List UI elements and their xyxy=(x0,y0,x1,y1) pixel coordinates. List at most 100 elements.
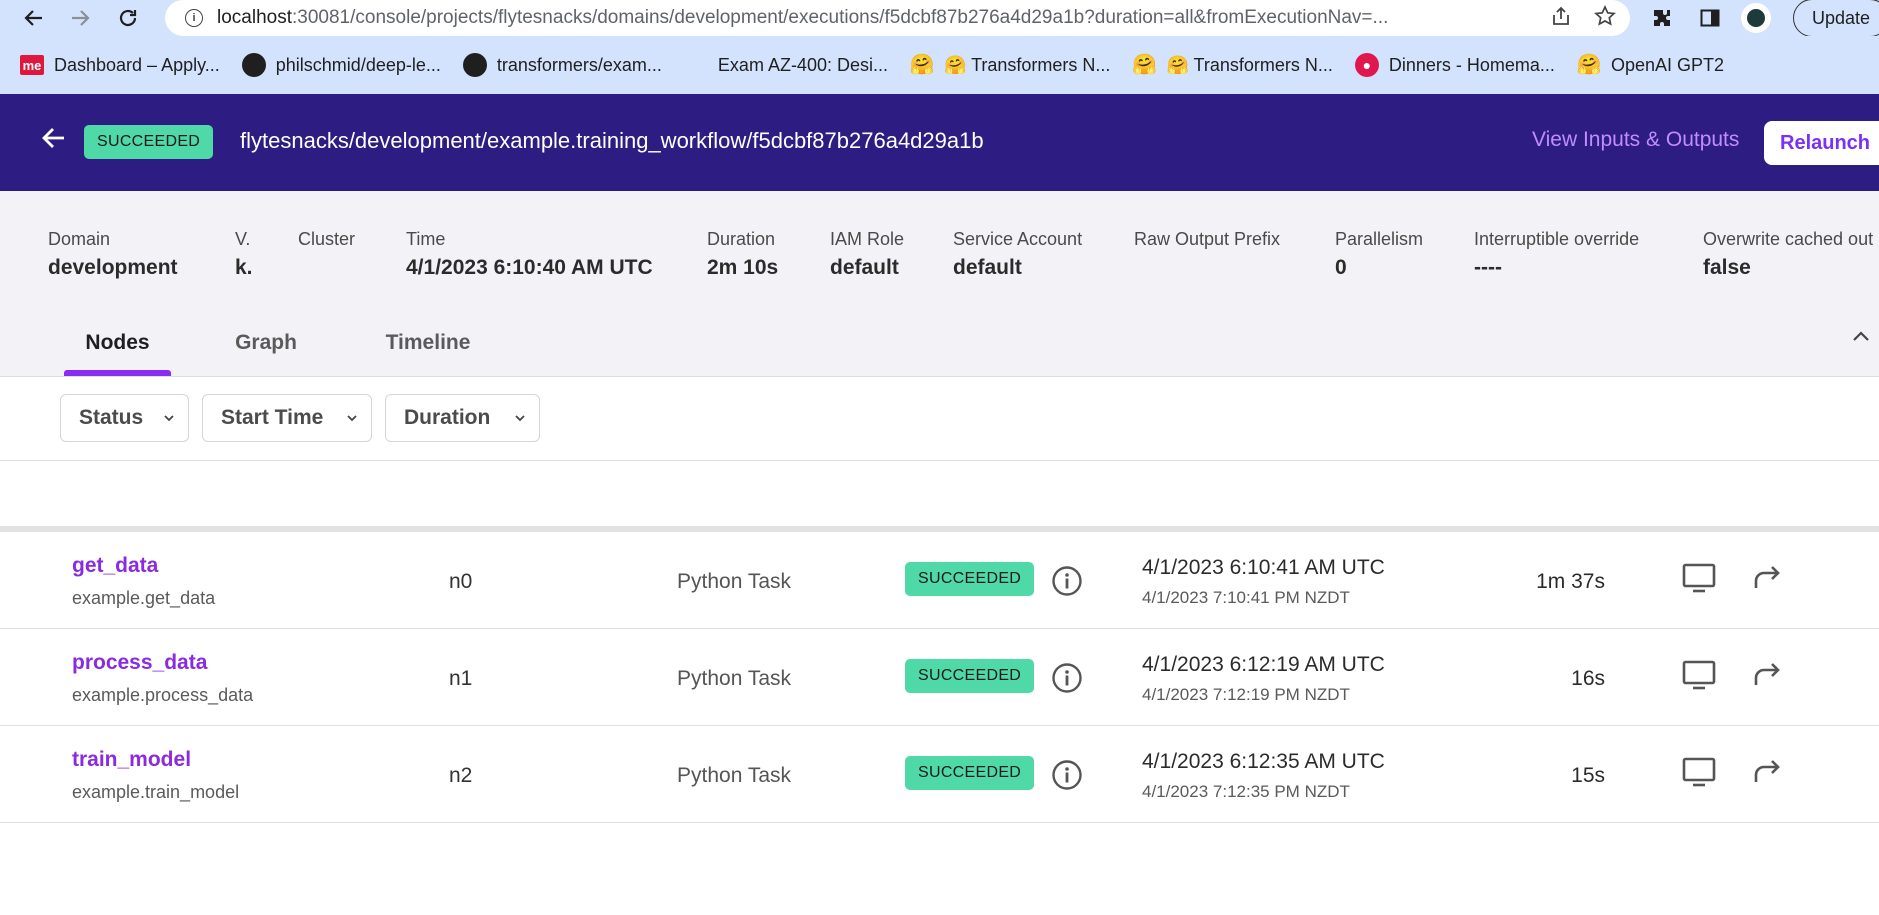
node-name-link[interactable]: train_model xyxy=(72,748,191,772)
back-icon[interactable] xyxy=(14,0,54,36)
meta-value: 4/1/2023 6:10:40 AM UTC xyxy=(406,256,653,279)
share-icon[interactable] xyxy=(1550,5,1572,32)
node-id: n2 xyxy=(449,764,473,787)
meta-parallelism: Parallelism 0 xyxy=(1335,229,1423,280)
bookmark-label: OpenAI GPT2 xyxy=(1610,54,1724,75)
divider xyxy=(0,376,1879,377)
node-task-name: example.process_data xyxy=(72,685,254,705)
execution-header: SUCCEEDED flytesnacks/development/exampl… xyxy=(0,94,1879,191)
meta-value: 2m 10s xyxy=(707,256,779,279)
node-name-link[interactable]: get_data xyxy=(72,554,158,578)
execution-status-badge: SUCCEEDED xyxy=(84,125,214,159)
node-duration: 15s xyxy=(1571,764,1605,787)
tab-graph[interactable]: Graph xyxy=(220,319,312,376)
tab-label: Graph xyxy=(235,331,297,354)
node-duration: 1m 37s xyxy=(1536,570,1605,593)
filter-status[interactable]: Status xyxy=(60,394,189,442)
meta-value: default xyxy=(953,256,1022,279)
table-row: process_data example.process_data n1 Pyt… xyxy=(0,629,1879,726)
back-arrow-icon[interactable] xyxy=(40,124,70,154)
table-row: train_model example.train_model n2 Pytho… xyxy=(0,726,1879,823)
meta-time: Time 4/1/2023 6:10:40 AM UTC xyxy=(406,229,653,280)
info-icon[interactable] xyxy=(1051,565,1083,597)
meta-value: ---- xyxy=(1474,256,1502,279)
url-host: localhost xyxy=(217,7,292,28)
site-info-icon[interactable]: i xyxy=(185,9,203,27)
meta-value: false xyxy=(1703,256,1751,279)
view-logs-monitor-icon[interactable] xyxy=(1681,659,1717,691)
filter-duration[interactable]: Duration xyxy=(385,394,540,442)
meta-label: Domain xyxy=(48,229,111,249)
tab-nodes[interactable]: Nodes xyxy=(64,319,171,376)
bookmark-label: philschmid/deep-le... xyxy=(275,54,441,75)
node-name-link[interactable]: process_data xyxy=(72,651,207,675)
start-time-utc: 4/1/2023 6:12:35 AM UTC xyxy=(1142,750,1385,773)
chevron-down-icon xyxy=(164,415,174,422)
bookmark-exam-az400[interactable]: Exam AZ-400: Desi... xyxy=(684,53,888,77)
bookmark-transformers-notebook-1[interactable]: 🤗 🤗 Transformers N... xyxy=(910,53,1111,77)
node-duration: 16s xyxy=(1571,667,1605,690)
node-task-name: example.get_data xyxy=(72,588,216,608)
filter-start-time[interactable]: Start Time xyxy=(202,394,372,442)
execution-title: flytesnacks/development/example.training… xyxy=(240,128,984,153)
start-time-utc: 4/1/2023 6:12:19 AM UTC xyxy=(1142,653,1385,676)
bookmark-dashboard[interactable]: me Dashboard – Apply... xyxy=(20,55,220,76)
reload-icon[interactable] xyxy=(108,0,148,36)
start-time-local: 4/1/2023 7:12:19 PM NZDT xyxy=(1142,685,1350,704)
start-time-utc: 4/1/2023 6:10:41 AM UTC xyxy=(1142,556,1385,579)
meta-label: Interruptible override xyxy=(1474,229,1640,249)
node-type: Python Task xyxy=(677,764,792,787)
bookmark-label: 🤗 Transformers N... xyxy=(1166,54,1333,75)
tab-label: Nodes xyxy=(85,331,150,354)
meta-duration: Duration 2m 10s xyxy=(707,229,778,280)
meta-label: V. xyxy=(235,229,251,249)
start-time-local: 4/1/2023 7:12:35 PM NZDT xyxy=(1142,782,1350,801)
node-id: n0 xyxy=(449,570,473,593)
view-logs-monitor-icon[interactable] xyxy=(1681,562,1717,594)
update-button[interactable]: Update xyxy=(1793,0,1879,37)
node-status-badge: SUCCEEDED xyxy=(905,756,1035,790)
bookmark-label: Dinners - Homema... xyxy=(1388,54,1555,75)
bookmark-openai-gpt2[interactable]: 🤗 OpenAI GPT2 xyxy=(1576,53,1724,77)
github-icon xyxy=(241,53,266,77)
meta-version: V. k. xyxy=(235,229,251,280)
extensions-icon[interactable] xyxy=(1645,1,1679,35)
forward-icon[interactable] xyxy=(60,0,100,36)
node-type: Python Task xyxy=(677,570,792,593)
me-logo-icon: me xyxy=(20,55,44,75)
meta-iam-role: IAM Role default xyxy=(830,229,904,280)
meta-label: Time xyxy=(406,229,446,249)
profile-avatar[interactable] xyxy=(1741,3,1771,33)
filter-label: Duration xyxy=(404,406,491,429)
url-path: :30081/console/projects/flytesnacks/doma… xyxy=(292,7,1389,28)
chevron-down-icon xyxy=(515,415,525,422)
address-bar[interactable]: i localhost:30081/console/projects/flyte… xyxy=(165,0,1630,36)
side-panel-icon[interactable] xyxy=(1693,1,1727,35)
bookmark-star-icon[interactable] xyxy=(1594,4,1616,32)
rerun-icon[interactable] xyxy=(1750,562,1784,594)
meta-value: default xyxy=(830,256,899,279)
node-task-name: example.train_model xyxy=(72,782,240,802)
divider xyxy=(0,460,1879,461)
info-icon[interactable] xyxy=(1051,662,1083,694)
meta-label: Duration xyxy=(707,229,776,249)
chevron-down-icon xyxy=(347,415,357,422)
bookmarks-bar: me Dashboard – Apply... philschmid/deep-… xyxy=(0,36,1879,94)
view-inputs-outputs-button[interactable]: View Inputs & Outputs xyxy=(1532,128,1739,152)
bookmark-transformers-notebook-2[interactable]: 🤗 🤗 Transformers N... xyxy=(1132,53,1333,77)
bookmark-dinners[interactable]: ● Dinners - Homema... xyxy=(1354,53,1555,77)
browser-toolbar: i localhost:30081/console/projects/flyte… xyxy=(0,0,1879,37)
info-icon[interactable] xyxy=(1051,759,1083,791)
meta-overwrite-cached: Overwrite cached out false xyxy=(1703,229,1879,280)
bookmark-philschmid[interactable]: philschmid/deep-le... xyxy=(241,53,441,77)
meta-label: Service Account xyxy=(953,229,1083,249)
rerun-icon[interactable] xyxy=(1750,659,1784,691)
tab-timeline[interactable]: Timeline xyxy=(375,319,481,376)
rerun-icon[interactable] xyxy=(1750,756,1784,788)
relaunch-button[interactable]: Relaunch xyxy=(1764,121,1879,165)
bookmark-transformers[interactable]: transformers/exam... xyxy=(462,53,662,77)
meta-value: 0 xyxy=(1335,256,1347,279)
node-id: n1 xyxy=(449,667,473,690)
collapse-chevron-up-icon[interactable] xyxy=(1850,325,1872,347)
view-logs-monitor-icon[interactable] xyxy=(1681,756,1717,788)
